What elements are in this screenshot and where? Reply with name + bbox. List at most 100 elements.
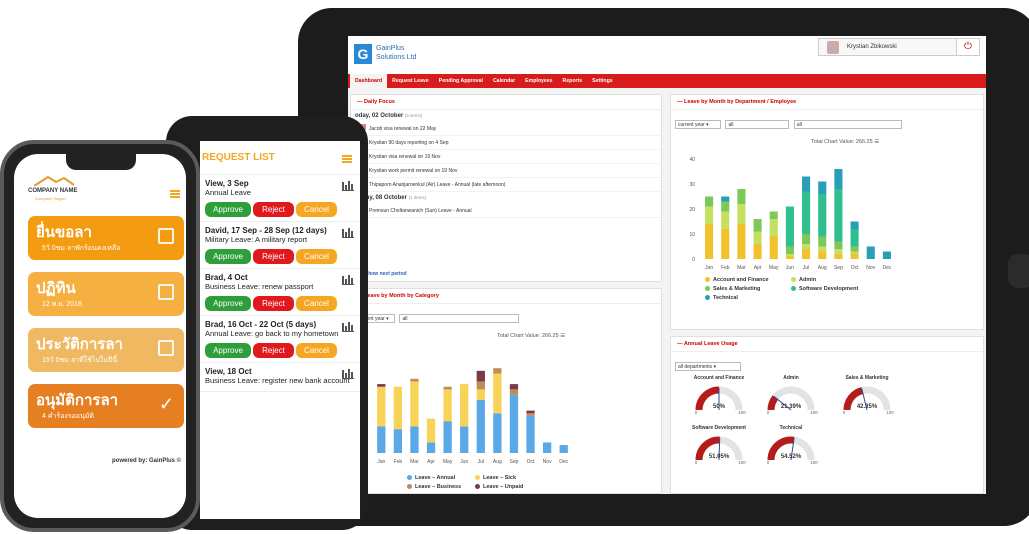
chart-bar[interactable] (818, 181, 827, 195)
chart-bar[interactable] (476, 400, 485, 453)
focus-item[interactable]: Krystian work permit renewal on 19 Nov (359, 164, 661, 178)
chart-bar[interactable] (493, 368, 502, 374)
nav-pending-approval[interactable]: Pending Approval (434, 74, 488, 88)
chart-bar[interactable] (721, 201, 730, 212)
chart-bar[interactable] (818, 194, 827, 237)
reject-button[interactable]: Reject (253, 296, 294, 311)
chart-bar[interactable] (377, 386, 386, 427)
chart-bar[interactable] (834, 249, 843, 254)
menu-icon[interactable] (342, 155, 352, 163)
chart-bar[interactable] (818, 251, 827, 260)
nav-calendar[interactable]: Calendar (488, 74, 520, 88)
chart-bar[interactable] (509, 384, 519, 390)
chart-bar[interactable] (705, 196, 714, 207)
app-logo[interactable]: G (354, 44, 372, 64)
chart-bar[interactable] (509, 394, 519, 453)
chart-bar[interactable] (866, 246, 875, 260)
chart-bar[interactable] (410, 381, 419, 427)
request-card[interactable]: Brad, 4 Oct Business Leave: renew passpor… (200, 269, 360, 316)
reject-button[interactable]: Reject (253, 343, 294, 358)
chart-bar[interactable] (834, 241, 843, 250)
reject-button[interactable]: Reject (253, 249, 294, 264)
nav-settings[interactable]: Settings (587, 74, 617, 88)
chart-bar[interactable] (785, 206, 794, 247)
cancel-button[interactable]: Cancel (296, 202, 337, 217)
legend-admin[interactable]: Admin (791, 277, 816, 283)
chart-bar[interactable] (705, 206, 714, 225)
menu-icon[interactable]: ☰ (874, 139, 879, 145)
dept-chart-title[interactable]: — Leave by Month by Department / Employe… (671, 95, 983, 110)
reject-button[interactable]: Reject (253, 202, 294, 217)
approve-button[interactable]: Approve (205, 202, 251, 217)
chart-bar[interactable] (769, 236, 778, 260)
chart-bar[interactable] (737, 204, 746, 224)
chart-bar[interactable] (526, 413, 535, 416)
dept-select[interactable]: all (725, 120, 790, 129)
chart-bar[interactable] (818, 236, 827, 247)
chart-bar[interactable] (802, 234, 811, 244)
chart-bar[interactable] (753, 231, 762, 245)
chart-bar[interactable] (443, 386, 452, 390)
approve-button[interactable]: Approve (205, 296, 251, 311)
chart-bar[interactable] (721, 211, 730, 230)
legend-sick[interactable]: Leave – Sick (475, 475, 516, 481)
nav-reports[interactable]: Reports (558, 74, 588, 88)
chart-bar[interactable] (526, 410, 535, 414)
chart-bar[interactable] (526, 415, 535, 453)
chart-bar[interactable] (850, 221, 859, 230)
chart-bar[interactable] (850, 251, 859, 255)
chart-bars-icon[interactable] (342, 228, 354, 238)
legend-sales-marketing[interactable]: Sales & Marketing (705, 286, 760, 292)
cancel-button[interactable]: Cancel (296, 249, 337, 264)
chart-bar[interactable] (410, 426, 419, 454)
legend-technical[interactable]: Technical (705, 295, 738, 301)
chart-bars-icon[interactable] (342, 369, 354, 379)
chart-bar[interactable] (785, 254, 794, 257)
request-card[interactable]: Brad, 16 Oct - 22 Oct (5 days) Annual Lea… (200, 316, 360, 363)
chart-bar[interactable] (410, 378, 419, 382)
chart-bar[interactable] (721, 196, 730, 202)
chart-bar[interactable] (850, 254, 859, 259)
focus-item[interactable]: Krystian 90 days reporting on 4 Sep (359, 136, 661, 150)
request-card[interactable]: View, 18 Oct Business Leave: register new… (200, 363, 360, 392)
chart-bar[interactable] (737, 189, 746, 204)
chart-bar[interactable] (882, 251, 891, 260)
chart-bar[interactable] (559, 445, 568, 453)
chart-bar[interactable] (753, 219, 762, 232)
tablet-home-button[interactable] (1008, 254, 1029, 288)
chart-bar[interactable] (542, 442, 552, 453)
tile-request-leave[interactable]: ยื่นขอลา 5วั 0ชม ลาพักร้อนคงเหลือ (28, 216, 184, 260)
tile-calendar[interactable]: ปฏิทิน 12 พ.ย. 2018 (28, 272, 184, 316)
approve-button[interactable]: Approve (205, 249, 251, 264)
chart-bar[interactable] (737, 224, 746, 259)
menu-icon[interactable]: ☰ (560, 333, 565, 339)
menu-icon[interactable] (170, 190, 180, 198)
chart-bar[interactable] (476, 381, 485, 390)
chart-bar[interactable] (802, 244, 811, 249)
chart-bar[interactable] (509, 389, 519, 395)
category-chart-title[interactable]: — Leave by Month by Category (351, 289, 661, 304)
department-select[interactable]: all departments ▾ (675, 362, 741, 371)
focus-item[interactable]: Thipaporn Ananjaroenkul (Air) Leave - An… (359, 178, 661, 192)
chart-bar[interactable] (476, 370, 485, 382)
request-card[interactable]: David, 17 Sep - 28 Sep (12 days) Military… (200, 222, 360, 269)
chart-bar[interactable] (460, 426, 469, 454)
tile-leave-history[interactable]: ประวัติการลา 15วั 0ชม ลาที่ใช้ไปในปีนี้ (28, 328, 184, 372)
chart-bar[interactable] (460, 384, 469, 427)
chart-bar[interactable] (493, 413, 502, 453)
focus-item[interactable]: Premsun Choltanwanich (Sun) Leave - Annu… (359, 204, 661, 218)
legend-unpaid[interactable]: Leave – Unpaid (475, 484, 523, 490)
chart-bar[interactable] (785, 256, 794, 260)
chart-bar[interactable] (802, 191, 811, 235)
approve-button[interactable]: Approve (205, 343, 251, 358)
chart-bar[interactable] (393, 429, 403, 453)
user-menu[interactable]: Krystian Zbikowski (818, 38, 958, 56)
chart-bar[interactable] (377, 384, 386, 387)
chart-bar[interactable] (753, 244, 762, 259)
nav-request-leave[interactable]: Request Leave (387, 74, 434, 88)
logout-button[interactable]: ⏻ (956, 38, 980, 56)
chart-bars-icon[interactable] (342, 275, 354, 285)
daily-focus-title[interactable]: — Daily Focus (351, 95, 661, 110)
chart-bar[interactable] (443, 389, 452, 422)
chart-bar[interactable] (834, 169, 843, 189)
